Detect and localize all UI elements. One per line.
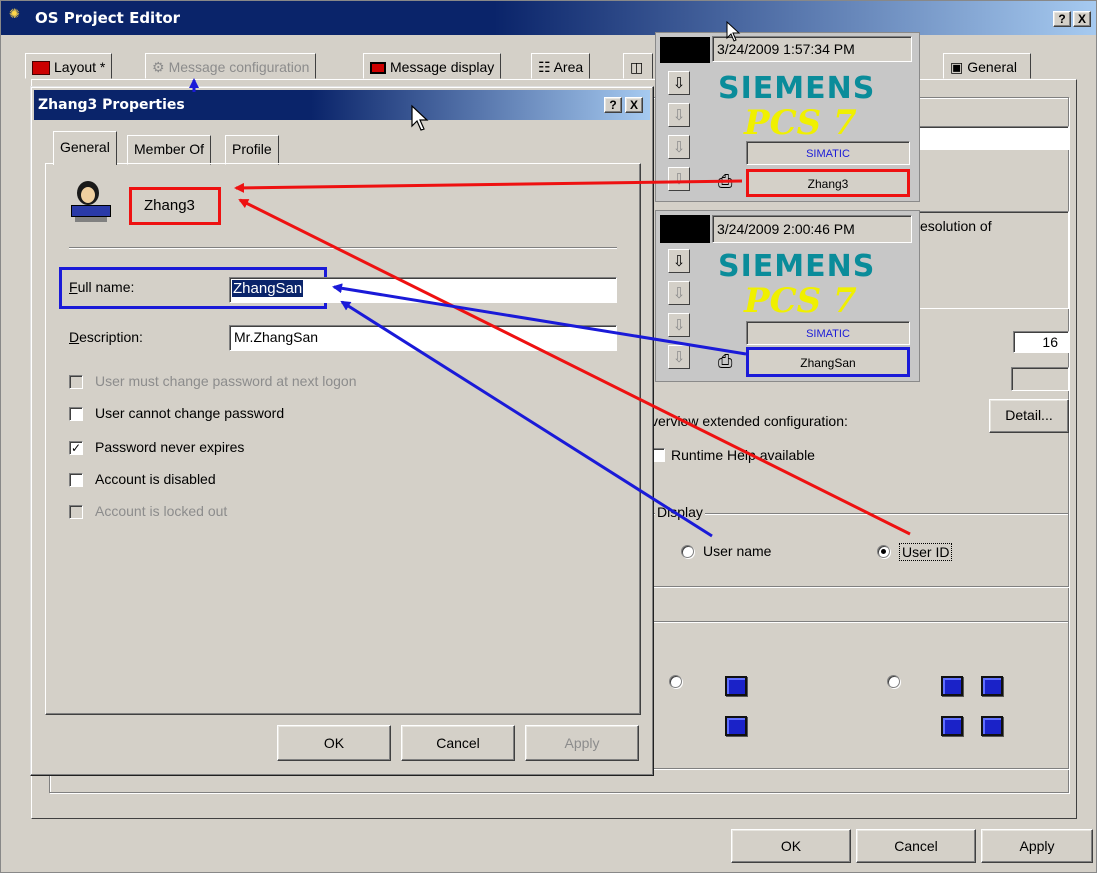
red-arrow: [238, 198, 911, 536]
cursor-icon: [726, 20, 741, 42]
annotation-arrows: [189, 20, 911, 538]
blue-arrow: [332, 283, 747, 356]
blue-arrow: [340, 300, 713, 538]
red-arrow: [234, 179, 743, 193]
cursor-icon: [411, 104, 429, 131]
tab-dialog-general[interactable]: General: [53, 131, 117, 165]
